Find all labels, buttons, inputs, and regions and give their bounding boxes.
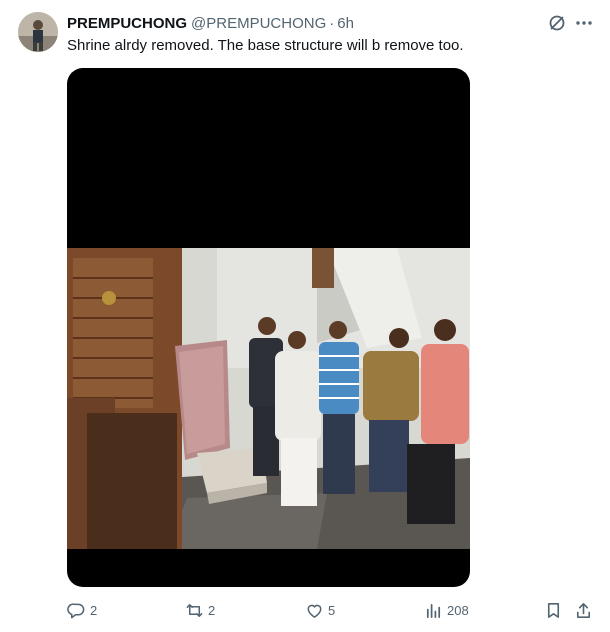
like-count: 5 [328,602,336,618]
views-icon [426,603,441,618]
post-header: PREMPUCHONG @PREMPUCHONG · 6h [67,13,354,33]
separator-dot: · [329,14,335,32]
repost-count: 2 [208,602,216,618]
bookmark-icon [547,602,560,618]
like-button[interactable]: 5 [305,600,335,620]
reply-icon [67,602,85,618]
more-icon[interactable] [574,13,594,33]
display-name[interactable]: PREMPUCHONG [67,15,187,32]
post-photo [67,248,470,549]
user-handle[interactable]: @PREMPUCHONG [191,15,326,32]
share-icon [576,602,591,618]
post-time[interactable]: 6h [337,15,354,32]
views-count: 208 [447,602,469,618]
share-button[interactable] [574,600,593,620]
post-text: Shrine alrdy removed. The base structure… [67,37,464,54]
grok-icon[interactable] [547,13,567,33]
avatar-image [18,12,58,52]
bookmark-button[interactable] [544,600,563,620]
reply-count: 2 [90,602,98,618]
reply-button[interactable]: 2 [67,600,97,620]
repost-icon [186,603,203,617]
post-media[interactable] [67,68,470,587]
like-icon [307,604,322,618]
repost-button[interactable]: 2 [185,600,215,620]
avatar[interactable] [18,12,58,52]
views-button[interactable]: 208 [424,600,469,620]
action-bar: 2 2 5 208 [67,600,597,620]
